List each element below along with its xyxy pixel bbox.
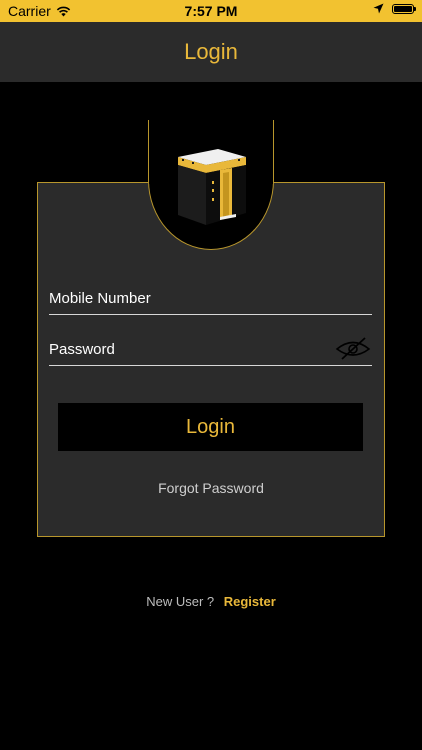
status-bar: Carrier 7:57 PM — [0, 0, 422, 22]
password-field[interactable] — [49, 335, 372, 366]
status-right-icons — [373, 3, 416, 14]
register-row: New User ? Register — [0, 594, 422, 609]
status-time: 7:57 PM — [184, 3, 238, 19]
nav-bar: Login — [0, 22, 422, 82]
login-screen: Carrier 7:57 PM Login Mobile Number Logi… — [0, 0, 422, 750]
kaaba-icon — [178, 149, 246, 225]
register-link[interactable]: Register — [224, 594, 276, 609]
login-button[interactable]: Login — [58, 403, 363, 451]
eye-slash-icon[interactable] — [334, 335, 372, 361]
new-user-label: New User ? — [146, 594, 215, 609]
mobile-number-input[interactable] — [49, 284, 372, 312]
password-input[interactable] — [49, 335, 329, 363]
mobile-number-field[interactable] — [49, 284, 372, 315]
location-arrow-icon — [373, 3, 384, 14]
battery-icon — [392, 3, 416, 14]
page-title: Login — [184, 39, 238, 64]
forgot-password-link[interactable]: Forgot Password — [0, 480, 422, 496]
